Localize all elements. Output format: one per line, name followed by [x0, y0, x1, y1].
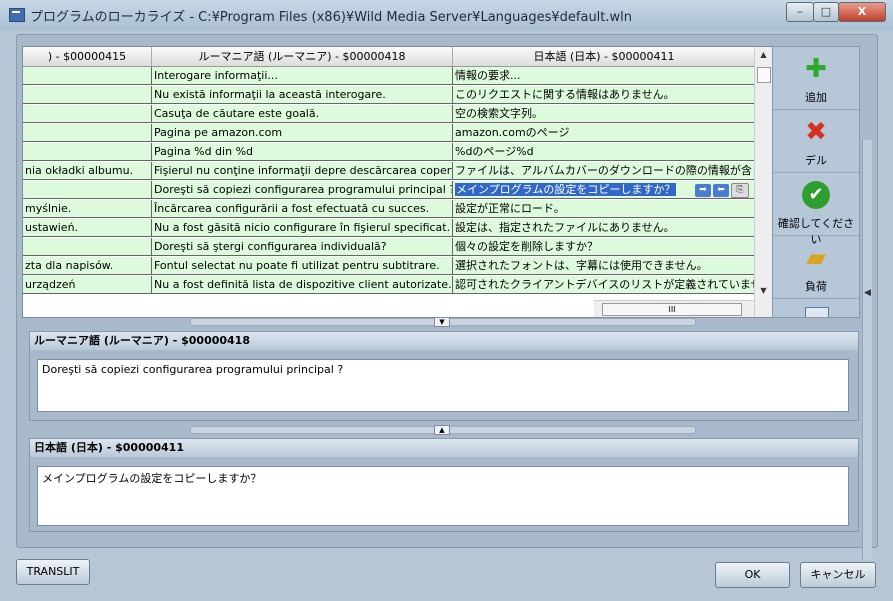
table-cell[interactable]: 選択されたフォントは、字幕には使用できません。: [453, 257, 755, 275]
table-row[interactable]: Doreşti să copiezi configurarea programu…: [23, 181, 755, 199]
app-icon: [9, 8, 25, 22]
table-cell[interactable]: nia okładki albumu.: [23, 162, 152, 180]
table-row[interactable]: Nu există informaţii la această interoga…: [23, 86, 755, 104]
table-cell[interactable]: 設定が正常にロード。: [453, 200, 755, 218]
table-cell[interactable]: [23, 67, 152, 85]
side-panel-edge[interactable]: ◀: [862, 140, 872, 560]
table-row[interactable]: urządzeń Nu a fost definită lista de disp…: [23, 276, 755, 294]
confirm-button[interactable]: ✔ 確認してください: [773, 173, 859, 246]
table-cell[interactable]: [23, 124, 152, 142]
delete-label: デル: [805, 154, 827, 167]
table-cell[interactable]: 情報の要求...: [453, 67, 755, 85]
table-cell[interactable]: 認可されたクライアントデバイスのリストが定義されていません。: [453, 276, 755, 294]
cancel-button[interactable]: キャンセル: [800, 562, 876, 588]
load-button[interactable]: ▰ 負荷: [773, 236, 859, 299]
vertical-scroll-thumb[interactable]: [757, 67, 771, 83]
checkmark-icon: ✔: [802, 181, 830, 209]
delete-button[interactable]: ✖ デル: [773, 110, 859, 173]
scroll-down-icon[interactable]: ▼: [755, 283, 772, 299]
table-cell[interactable]: ustawień.: [23, 219, 152, 237]
table-cell[interactable]: amazon.comのページ: [453, 124, 755, 142]
table-cell[interactable]: Interogare informaţii...: [152, 67, 453, 85]
chevron-down-icon[interactable]: ▼: [434, 317, 450, 327]
table-row[interactable]: Casuţa de căutare este goală. 空の検索文字列。: [23, 105, 755, 123]
cell-edit-icons: ➡ ⬅ ⎘: [695, 182, 751, 198]
grid-header: ) - $00000415 ルーマニア語 (ルーマニア) - $00000418…: [23, 47, 756, 67]
table-cell[interactable]: Nu a fost definită lista de dispozitive …: [152, 276, 453, 294]
table-cell[interactable]: urządzeń: [23, 276, 152, 294]
table-cell[interactable]: 設定は、指定されたファイルにありません。: [453, 219, 755, 237]
table-cell[interactable]: 空の検索文字列。: [453, 105, 755, 123]
next-arrow-icon[interactable]: ➡: [695, 184, 711, 197]
table-row[interactable]: Pagina %d din %d %dのページ%d: [23, 143, 755, 161]
table-cell[interactable]: Pagina pe amazon.com: [152, 124, 453, 142]
table-row[interactable]: Pagina pe amazon.com amazon.comのページ: [23, 124, 755, 142]
table-cell[interactable]: myślnie.: [23, 200, 152, 218]
table-cell[interactable]: [23, 105, 152, 123]
table-row[interactable]: ustawień. Nu a fost găsită nicio configur…: [23, 219, 755, 237]
column-header-polish[interactable]: ) - $00000415: [23, 47, 152, 66]
load-label: 負荷: [805, 280, 827, 293]
save-icon: [805, 307, 829, 317]
table-row[interactable]: Interogare informaţii... 情報の要求...: [23, 67, 755, 85]
table-cell[interactable]: 個々の設定を削除しますか？: [453, 238, 755, 256]
ok-button[interactable]: OK: [715, 562, 790, 588]
folder-open-icon: ▰: [806, 243, 826, 273]
translit-button[interactable]: TRANSLIT: [16, 559, 90, 585]
table-cell[interactable]: このリクエストに関する情報はありません。: [453, 86, 755, 104]
table-cell[interactable]: [23, 181, 152, 199]
table-cell[interactable]: %dのページ%d: [453, 143, 755, 161]
horizontal-scroll-thumb[interactable]: III: [602, 303, 742, 316]
column-header-japanese[interactable]: 日本語 (日本) - $00000411: [453, 47, 756, 66]
copy-icon[interactable]: ⎘: [731, 183, 749, 198]
horizontal-scrollbar[interactable]: III: [594, 300, 754, 317]
title-bar: プログラムのローカライズ - C:¥Program Files (x86)¥Wi…: [0, 0, 893, 30]
japanese-text-field[interactable]: メインプログラムの設定をコピーしますか？: [37, 466, 849, 526]
delete-x-icon: ✖: [805, 117, 827, 147]
romanian-text-field[interactable]: Doreşti să copiezi configurarea programu…: [37, 359, 849, 412]
table-cell[interactable]: Nu există informaţii la această interoga…: [152, 86, 453, 104]
maximize-button[interactable]: □: [813, 2, 839, 22]
add-label: 追加: [805, 91, 827, 104]
table-row[interactable]: zta dla napisów. Fontul selectat nu poate…: [23, 257, 755, 275]
collapse-arrow-icon[interactable]: ◀: [864, 288, 871, 298]
minimize-button[interactable]: –: [786, 2, 814, 22]
window-title: プログラムのローカライズ - C:¥Program Files (x86)¥Wi…: [30, 10, 633, 25]
table-row[interactable]: myślnie. Încărcarea configurării a fost e…: [23, 200, 755, 218]
table-row[interactable]: nia okładki albumu. Fişierul nu conţine i…: [23, 162, 755, 180]
table-cell[interactable]: Doreşti să copiezi configurarea programu…: [152, 181, 453, 199]
japanese-section: 日本語 (日本) - $00000411 メインプログラムの設定をコピーしますか…: [29, 438, 859, 532]
prev-arrow-icon[interactable]: ⬅: [713, 184, 729, 197]
table-cell[interactable]: Încărcarea configurării a fost efectuată…: [152, 200, 453, 218]
column-header-romanian[interactable]: ルーマニア語 (ルーマニア) - $00000418: [152, 47, 453, 66]
romanian-section-header: ルーマニア語 (ルーマニア) - $00000418: [30, 332, 858, 350]
table-cell[interactable]: ファイルは、アルバムカバーのダウンロードの際の情報が含まれて(: [453, 162, 755, 180]
japanese-section-header: 日本語 (日本) - $00000411: [30, 439, 858, 457]
close-button[interactable]: X: [838, 2, 886, 22]
toolbar: ✚ 追加 ✖ デル ✔ 確認してください ▰ 負荷: [772, 46, 860, 318]
add-button[interactable]: ✚ 追加: [773, 47, 859, 110]
table-cell[interactable]: Nu a fost găsită nicio configurare în fi…: [152, 219, 453, 237]
selected-cell-text[interactable]: メインプログラムの設定をコピーしますか？: [455, 183, 677, 196]
table-cell[interactable]: [23, 238, 152, 256]
save-button[interactable]: [773, 299, 859, 317]
table-row[interactable]: Doreşti să ştergi configurarea individua…: [23, 238, 755, 256]
chevron-up-icon[interactable]: ▲: [434, 425, 450, 435]
plus-icon: ✚: [805, 54, 827, 84]
table-cell[interactable]: zta dla napisów.: [23, 257, 152, 275]
table-cell[interactable]: [23, 86, 152, 104]
vertical-scrollbar[interactable]: ▲ ▼: [754, 47, 772, 317]
table-cell[interactable]: Fişierul nu conţine informaţii depre des…: [152, 162, 453, 180]
table-cell[interactable]: Fontul selectat nu poate fi utilizat pen…: [152, 257, 453, 275]
translation-grid: ) - $00000415 ルーマニア語 (ルーマニア) - $00000418…: [22, 46, 773, 318]
romanian-section: ルーマニア語 (ルーマニア) - $00000418 Doreşti să co…: [29, 331, 859, 421]
scroll-up-icon[interactable]: ▲: [755, 47, 772, 63]
table-cell[interactable]: Pagina %d din %d: [152, 143, 453, 161]
table-cell[interactable]: [23, 143, 152, 161]
table-cell[interactable]: Doreşti să ştergi configurarea individua…: [152, 238, 453, 256]
table-cell[interactable]: Casuţa de căutare este goală.: [152, 105, 453, 123]
